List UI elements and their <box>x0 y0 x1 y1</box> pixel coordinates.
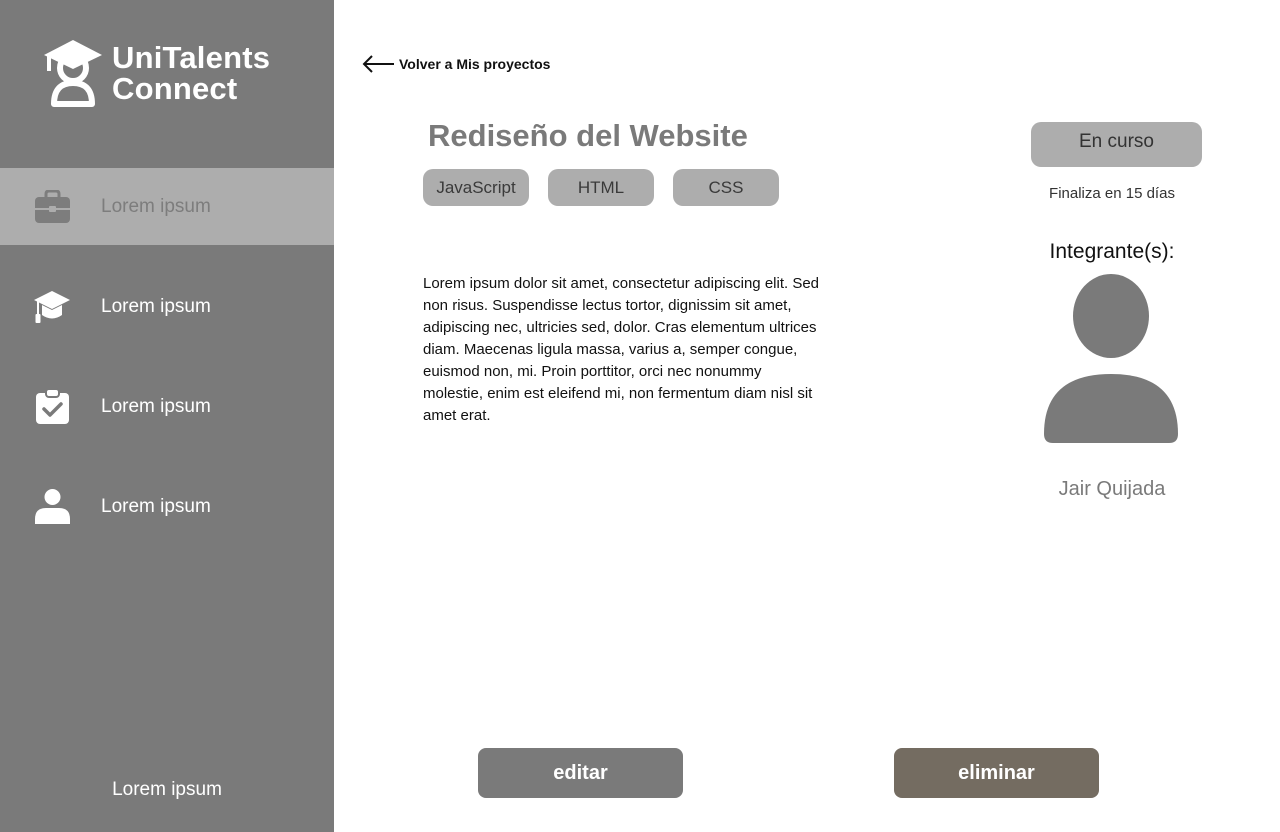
edit-button[interactable]: editar <box>478 748 683 798</box>
brand-name: UniTalents Connect <box>112 42 270 104</box>
sidebar-item-label: Lorem ipsum <box>101 495 211 517</box>
project-title: Rediseño del Website <box>428 118 748 153</box>
brand-name-line2: Connect <box>112 71 238 106</box>
tag-javascript: JavaScript <box>423 169 529 206</box>
tag-list: JavaScript HTML CSS <box>423 169 798 206</box>
sidebar-item-education[interactable]: Lorem ipsum <box>0 268 334 345</box>
tag-css: CSS <box>673 169 779 206</box>
sidebar-item-tasks[interactable]: Lorem ipsum <box>0 368 334 445</box>
graduation-cap-icon <box>34 288 71 325</box>
back-link[interactable]: Volver a Mis proyectos <box>361 54 550 74</box>
sidebar-item-label: Lorem ipsum <box>101 295 211 317</box>
graduate-person-logo-icon <box>44 40 102 107</box>
arrow-left-icon <box>362 55 394 73</box>
briefcase-icon <box>34 188 71 225</box>
deadline-text: Finaliza en 15 días <box>1049 185 1175 202</box>
member-name[interactable]: Jair Quijada <box>1012 478 1212 501</box>
sidebar-item-projects[interactable]: Lorem ipsum <box>0 168 334 245</box>
sidebar-item-label: Lorem ipsum <box>101 195 211 217</box>
sidebar-item-label: Lorem ipsum <box>101 395 211 417</box>
user-icon <box>34 488 71 525</box>
sidebar-item-profile[interactable]: Lorem ipsum <box>0 468 334 545</box>
tag-html: HTML <box>548 169 654 206</box>
brand-logo[interactable]: UniTalents Connect <box>42 38 270 108</box>
brand-name-line1: UniTalents <box>112 40 271 75</box>
sidebar: UniTalents Connect Lorem ipsum Lorem ips… <box>0 0 334 832</box>
back-link-label: Volver a Mis proyectos <box>399 56 551 72</box>
avatar-placeholder-icon[interactable] <box>1044 274 1178 444</box>
status-badge: En curso <box>1031 122 1202 167</box>
sidebar-footer-link[interactable]: Lorem ipsum <box>0 779 334 801</box>
project-description: Lorem ipsum dolor sit amet, consectetur … <box>423 275 820 424</box>
delete-button[interactable]: eliminar <box>894 748 1099 798</box>
clipboard-check-icon <box>34 388 71 425</box>
members-heading: Integrante(s): <box>1049 240 1175 263</box>
